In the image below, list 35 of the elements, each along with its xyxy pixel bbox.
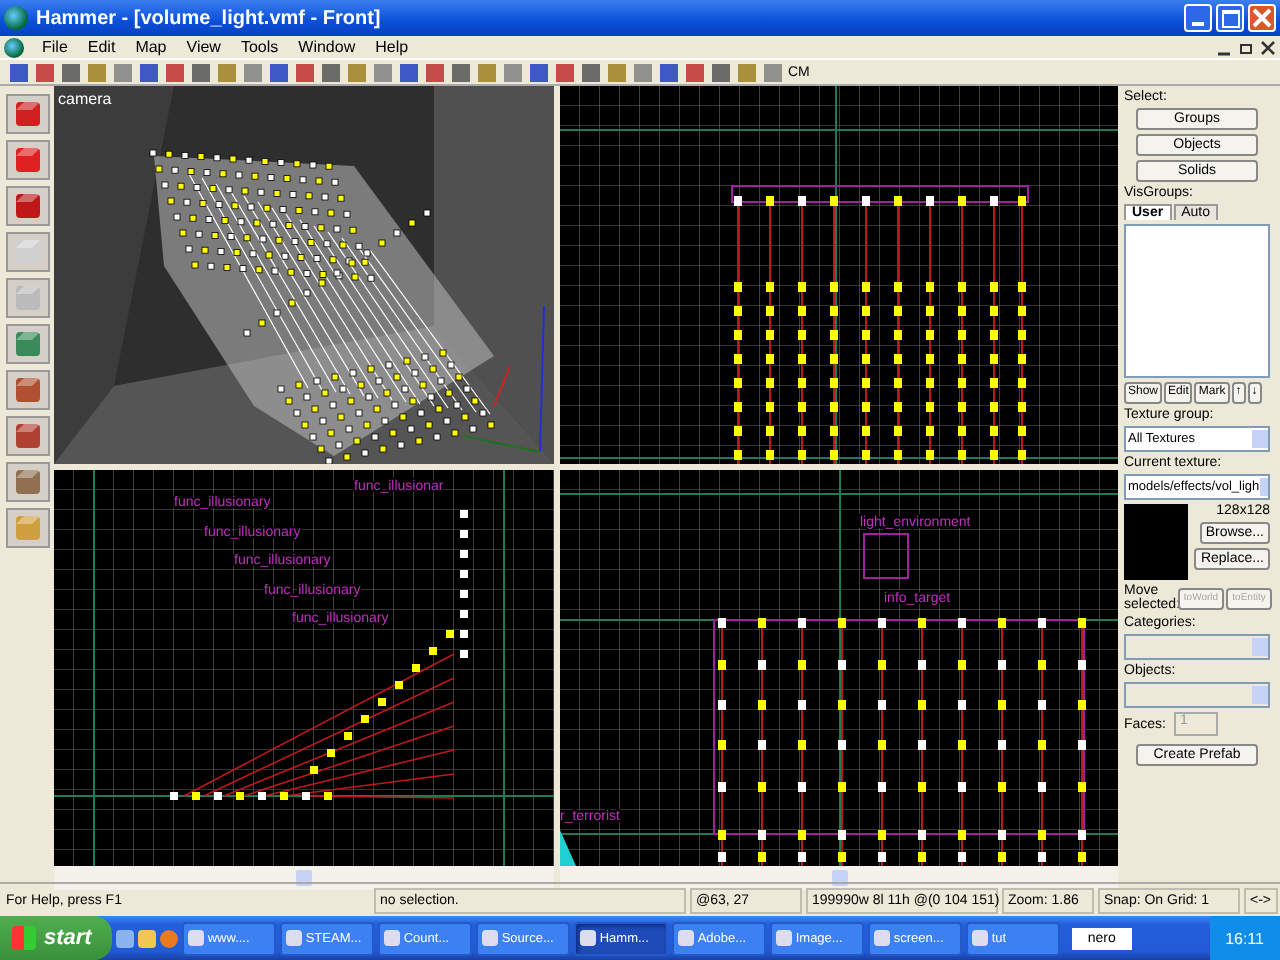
tool-button[interactable] — [5, 140, 49, 180]
tool-button[interactable] — [5, 232, 49, 272]
viewport-label: camera — [58, 90, 112, 108]
tool-button[interactable] — [5, 416, 49, 456]
menu-item[interactable]: Tools — [230, 38, 289, 56]
menu-item[interactable]: Help — [365, 38, 419, 56]
close-icon[interactable] — [1260, 39, 1276, 55]
texture-preview — [1124, 504, 1189, 580]
windows-flag-icon — [12, 926, 36, 950]
visgroup-list[interactable] — [1124, 224, 1270, 378]
clock: 16:11 — [1225, 929, 1264, 947]
tool-button[interactable] — [5, 94, 49, 134]
viewport[interactable]: camera — [54, 86, 554, 464]
viewport[interactable] — [560, 86, 1118, 464]
globe-icon — [4, 37, 24, 57]
tool-button[interactable] — [5, 462, 49, 502]
close-button[interactable] — [1248, 4, 1276, 32]
tool-button[interactable] — [5, 324, 49, 364]
categories-dropdown[interactable] — [1124, 634, 1270, 660]
tool-button[interactable] — [5, 278, 49, 318]
menu-item[interactable]: Window — [288, 38, 366, 56]
tool-button[interactable] — [5, 370, 49, 410]
player-model-drawing — [560, 830, 576, 866]
restore-icon[interactable] — [1238, 39, 1254, 55]
objects-dropdown[interactable] — [1124, 682, 1270, 708]
menu-item[interactable]: Edit — [77, 38, 126, 56]
minimize-button[interactable] — [1184, 4, 1212, 32]
tool-button[interactable] — [5, 508, 49, 548]
window-title: Hammer - [volume_light.vmf - Front] — [36, 7, 381, 29]
maximize-button[interactable] — [1216, 4, 1244, 32]
tool-button[interactable] — [5, 186, 49, 226]
menu-item[interactable]: File — [32, 38, 78, 56]
menu-item[interactable]: View — [176, 38, 231, 56]
globe-icon — [4, 6, 28, 30]
menu-item[interactable]: Map — [125, 38, 177, 56]
